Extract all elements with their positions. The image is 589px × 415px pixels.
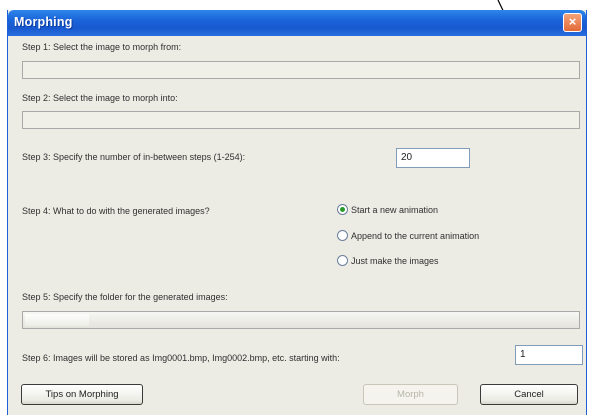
tips-on-morphing-button[interactable]: Tips on Morphing xyxy=(21,384,143,405)
radio-label: Just make the images xyxy=(351,255,439,266)
radio-just-make-images[interactable]: Just make the images xyxy=(337,255,439,266)
close-button[interactable]: × xyxy=(563,13,582,32)
step5-label: Step 5: Specify the folder for the gener… xyxy=(22,292,228,302)
radio-icon xyxy=(337,204,348,215)
step2-label: Step 2: Select the image to morph into: xyxy=(22,93,178,103)
title-bar[interactable]: Morphing × xyxy=(8,10,586,36)
radio-label: Start a new animation xyxy=(351,204,439,215)
radio-icon xyxy=(337,255,348,266)
step6-label: Step 6: Images will be stored as Img0001… xyxy=(22,353,340,363)
radio-selected-dot xyxy=(340,207,345,212)
radio-append-animation[interactable]: Append to the current animation xyxy=(337,230,479,241)
output-folder-highlight xyxy=(25,314,89,326)
output-folder-field[interactable] xyxy=(22,311,580,329)
start-number-input[interactable]: 1 xyxy=(515,345,583,365)
window-title: Morphing xyxy=(14,15,73,29)
morph-button[interactable]: Morph xyxy=(363,384,458,405)
source-image-field[interactable] xyxy=(22,61,580,79)
step4-label: Step 4: What to do with the generated im… xyxy=(22,206,210,216)
step1-label: Step 1: Select the image to morph from: xyxy=(22,42,182,52)
steps-count-input[interactable]: 20 xyxy=(396,148,470,168)
close-icon: × xyxy=(568,14,577,29)
radio-start-new-animation[interactable]: Start a new animation xyxy=(337,204,438,215)
cancel-button[interactable]: Cancel xyxy=(480,384,578,405)
radio-icon xyxy=(337,230,348,241)
step3-label: Step 3: Specify the number of in-between… xyxy=(22,152,246,162)
radio-label: Append to the current animation xyxy=(351,230,480,241)
morphing-dialog: Morphing × Step 1: Select the image to m… xyxy=(7,10,587,415)
target-image-field[interactable] xyxy=(22,111,580,129)
